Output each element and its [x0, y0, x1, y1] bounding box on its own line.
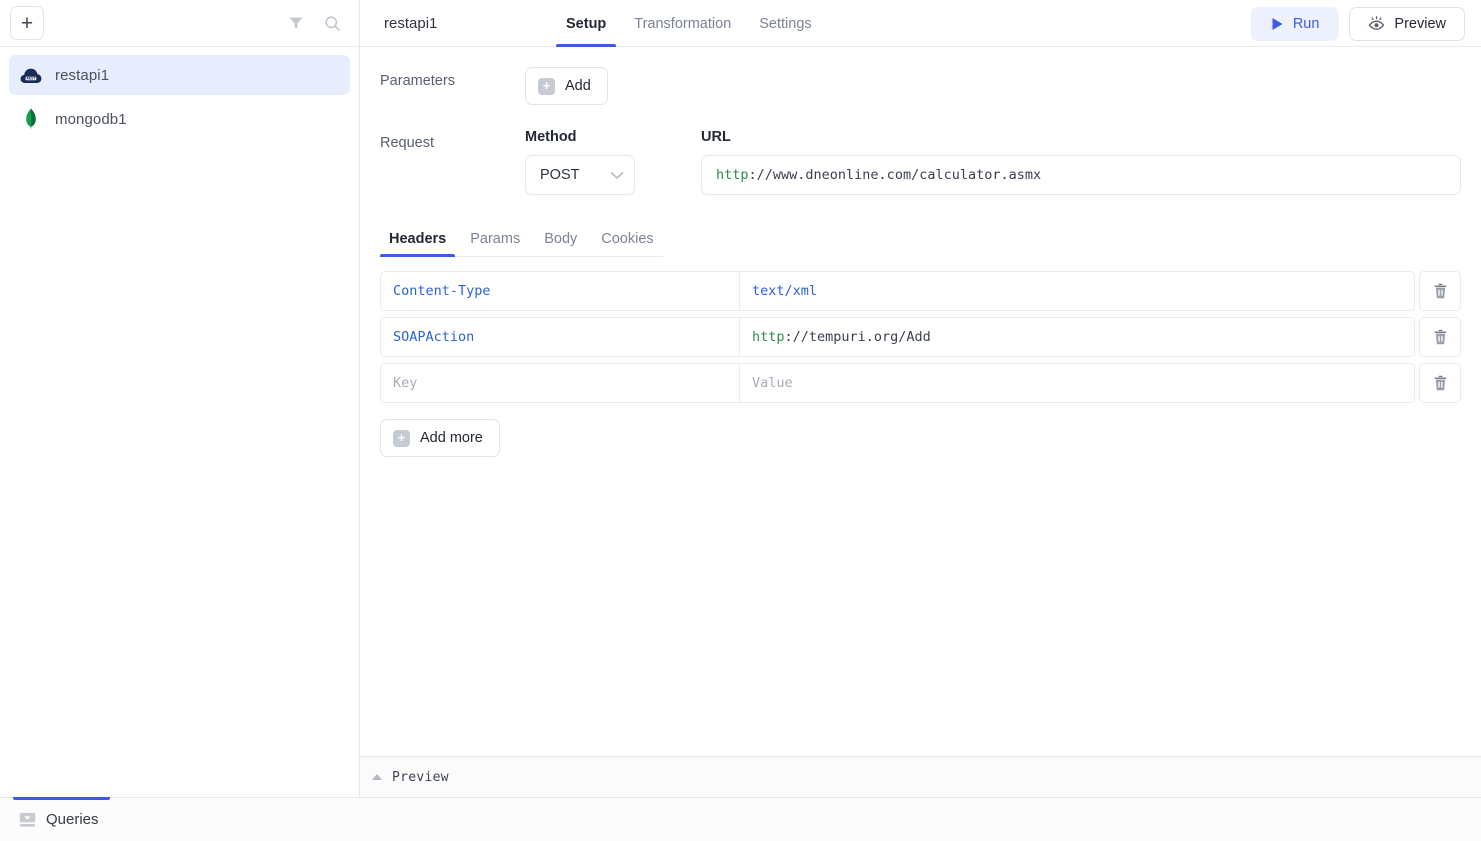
plus-icon: + [538, 78, 555, 95]
filter-button[interactable] [281, 8, 311, 38]
header-value-text: text/xml [752, 283, 817, 299]
table-row: Content-Type text/xml [380, 271, 1461, 311]
delete-header-button[interactable] [1419, 317, 1461, 357]
subtab-label: Body [544, 231, 577, 247]
sidebar-toolbar: + [0, 0, 359, 47]
subtab-body[interactable]: Body [535, 231, 586, 256]
request-row: Request Method POST URL htt [380, 129, 1461, 195]
caret-up-icon [372, 774, 382, 780]
subtab-cookies[interactable]: Cookies [592, 231, 662, 256]
header-key-input[interactable]: Content-Type [380, 271, 740, 311]
preview-panel-toggle[interactable]: Preview [360, 756, 1481, 797]
method-select[interactable]: POST [525, 155, 635, 195]
run-button-label: Run [1293, 16, 1320, 32]
trash-icon [1433, 283, 1448, 299]
page-title: restapi1 [384, 0, 556, 47]
request-label: Request [380, 129, 525, 151]
subtab-label: Headers [389, 231, 446, 247]
tab-settings[interactable]: Settings [749, 0, 821, 47]
subtab-params[interactable]: Params [461, 231, 529, 256]
method-selected-value: POST [540, 167, 610, 183]
plus-icon: + [21, 13, 33, 34]
table-row: Key Value [380, 363, 1461, 403]
delete-header-button[interactable] [1419, 271, 1461, 311]
request-subtabs: Headers Params Body Cookies [380, 221, 663, 257]
header-value-input[interactable]: http://tempuri.org/Add [740, 317, 1415, 357]
headers-table: Content-Type text/xml [380, 271, 1461, 457]
setup-content: Parameters + Add Request Method POST [360, 47, 1481, 756]
header-value-input[interactable]: Value [740, 363, 1415, 403]
chevron-down-icon [610, 171, 624, 180]
rest-api-cloud-icon: REST [19, 63, 43, 87]
sidebar-item-restapi1[interactable]: REST restapi1 [9, 55, 350, 95]
mongodb-leaf-icon [19, 107, 43, 131]
svg-text:REST: REST [26, 76, 36, 80]
editor-tabs: Setup Transformation Settings [556, 0, 830, 47]
header-key-input[interactable]: SOAPAction [380, 317, 740, 357]
add-parameter-label: Add [565, 78, 591, 94]
bottom-tab-label: Queries [46, 811, 99, 828]
add-more-button[interactable]: + Add more [380, 419, 500, 457]
tab-transformation[interactable]: Transformation [624, 0, 741, 47]
run-button[interactable]: Run [1251, 7, 1340, 41]
plus-icon: + [393, 430, 410, 447]
subtab-label: Cookies [601, 231, 653, 247]
add-more-label: Add more [420, 430, 483, 446]
datasource-list: REST restapi1 mongodb1 [0, 47, 359, 797]
topbar-actions: Run Preview [1251, 0, 1465, 47]
url-scheme: http [716, 167, 749, 183]
bottom-tab-queries[interactable]: Queries [13, 798, 105, 841]
add-parameter-button[interactable]: + Add [525, 67, 608, 105]
parameters-label: Parameters [380, 67, 525, 89]
preview-panel-label: Preview [392, 770, 449, 785]
parameters-row: Parameters + Add [380, 67, 1461, 105]
header-value-placeholder: Value [752, 375, 793, 391]
bottom-bar: Queries [0, 797, 1481, 841]
search-button[interactable] [317, 8, 347, 38]
play-icon [1271, 17, 1284, 31]
url-field-group: URL http://www.dneonline.com/calculator.… [701, 129, 1461, 195]
header-value-input[interactable]: text/xml [740, 271, 1415, 311]
tab-label: Settings [759, 16, 811, 32]
add-datasource-button[interactable]: + [10, 6, 44, 40]
sidebar-item-label: restapi1 [55, 67, 109, 84]
preview-button-label: Preview [1394, 16, 1446, 32]
eye-icon [1368, 16, 1385, 31]
filter-icon [288, 15, 304, 31]
query-editor-pane: restapi1 Setup Transformation Settings [360, 0, 1481, 797]
method-field-group: Method POST [525, 129, 635, 195]
trash-icon [1433, 329, 1448, 345]
trash-icon [1433, 375, 1448, 391]
header-key-text: Content-Type [393, 283, 491, 299]
header-key-input[interactable]: Key [380, 363, 740, 403]
header-value-scheme: http [752, 329, 785, 345]
method-label: Method [525, 129, 635, 145]
app-root: + [0, 0, 1481, 841]
url-input[interactable]: http://www.dneonline.com/calculator.asmx [701, 155, 1461, 195]
subtab-label: Params [470, 231, 520, 247]
subtab-headers[interactable]: Headers [380, 231, 455, 256]
tab-label: Transformation [634, 16, 731, 32]
delete-header-button[interactable] [1419, 363, 1461, 403]
preview-button[interactable]: Preview [1349, 7, 1465, 41]
header-key-text: SOAPAction [393, 329, 474, 345]
tab-setup[interactable]: Setup [556, 0, 616, 47]
search-icon [324, 15, 341, 32]
body-split: + [0, 0, 1481, 797]
sidebar-item-label: mongodb1 [55, 111, 127, 128]
table-row: SOAPAction http://tempuri.org/Add [380, 317, 1461, 357]
queries-panel-icon [19, 812, 36, 828]
query-topbar: restapi1 Setup Transformation Settings [360, 0, 1481, 47]
url-rest: ://www.dneonline.com/calculator.asmx [749, 167, 1042, 183]
datasource-sidebar: + [0, 0, 360, 797]
tab-label: Setup [566, 16, 606, 32]
header-value-text: ://tempuri.org/Add [785, 329, 931, 345]
url-label: URL [701, 129, 1461, 145]
header-key-placeholder: Key [393, 375, 417, 391]
sidebar-item-mongodb1[interactable]: mongodb1 [9, 99, 350, 139]
